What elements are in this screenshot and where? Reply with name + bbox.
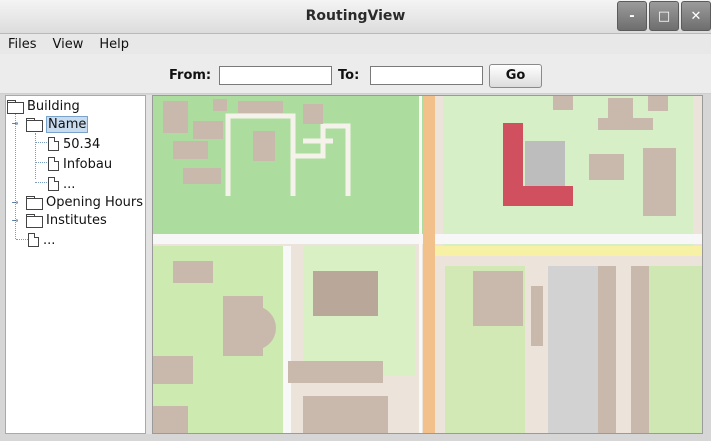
tree-leaf-more[interactable]: ... bbox=[48, 175, 75, 193]
route-toolbar: From: To: Go bbox=[0, 54, 711, 94]
building-shape bbox=[643, 148, 676, 216]
building-tree[interactable]: Building ⊸ Name 50.34 Infobau ... ⊸ Open… bbox=[5, 95, 146, 434]
file-icon bbox=[48, 157, 59, 171]
menu-help[interactable]: Help bbox=[91, 37, 137, 52]
menu-files[interactable]: Files bbox=[0, 37, 45, 52]
to-label: To: bbox=[338, 68, 360, 83]
building-shape bbox=[589, 154, 624, 180]
road bbox=[283, 246, 291, 433]
building-shape bbox=[303, 104, 323, 124]
building-shape bbox=[253, 131, 275, 161]
map-view[interactable] bbox=[152, 95, 703, 434]
tree-node-label: Building bbox=[27, 98, 80, 114]
building-shape bbox=[531, 286, 543, 346]
tree-leaf-building-name[interactable]: Infobau bbox=[48, 155, 112, 173]
courtyard bbox=[525, 141, 565, 186]
building-shape bbox=[232, 306, 276, 350]
building-shape bbox=[173, 141, 208, 159]
tree-node-label: Name bbox=[46, 115, 89, 133]
tree-node-name[interactable]: Name bbox=[26, 115, 89, 133]
file-icon bbox=[28, 233, 39, 247]
tree-connector bbox=[16, 239, 28, 240]
tree-node-opening-hours[interactable]: Opening Hours bbox=[26, 193, 143, 211]
park-area bbox=[643, 266, 702, 433]
building-shape bbox=[153, 356, 193, 384]
tree-node-building[interactable]: Building bbox=[7, 97, 80, 115]
building-shape bbox=[313, 271, 378, 316]
from-label: From: bbox=[169, 68, 212, 83]
expand-handle-icon[interactable]: ⊸ bbox=[10, 197, 20, 207]
file-icon bbox=[48, 137, 59, 151]
road-main bbox=[423, 246, 702, 256]
building-shape bbox=[153, 406, 188, 433]
to-input[interactable] bbox=[370, 66, 483, 85]
building-shape bbox=[648, 96, 668, 111]
tree-connector bbox=[35, 142, 47, 143]
collapse-handle-icon[interactable]: ⊸ bbox=[10, 118, 20, 128]
road-tramway bbox=[423, 96, 435, 433]
tree-node-institutes[interactable]: Institutes bbox=[26, 211, 107, 229]
close-button[interactable]: ✕ bbox=[681, 1, 711, 31]
folder-icon bbox=[26, 196, 43, 210]
building-shape bbox=[238, 101, 283, 113]
expand-handle-icon[interactable]: ⊸ bbox=[10, 215, 20, 225]
folder-open-icon bbox=[7, 100, 24, 114]
building-shape bbox=[598, 118, 653, 130]
from-input[interactable] bbox=[219, 66, 332, 85]
tree-node-label: ... bbox=[43, 232, 56, 248]
building-shape bbox=[598, 266, 616, 433]
road-edge bbox=[419, 96, 422, 433]
tree-node-label: 50.34 bbox=[63, 136, 101, 152]
building-shape bbox=[193, 121, 223, 139]
tree-node-label: Infobau bbox=[63, 156, 113, 172]
building-shape bbox=[163, 101, 188, 133]
building-shape bbox=[303, 396, 388, 433]
menu-bar: Files View Help bbox=[0, 34, 711, 54]
window-controls: - □ ✕ bbox=[615, 0, 711, 32]
menu-view[interactable]: View bbox=[45, 37, 92, 52]
building-shape bbox=[608, 98, 633, 118]
folder-icon bbox=[26, 214, 43, 228]
window-title: RoutingView bbox=[305, 8, 406, 24]
file-icon bbox=[48, 177, 59, 191]
tree-node-label: Institutes bbox=[46, 212, 107, 228]
tree-connector bbox=[35, 162, 47, 163]
go-button[interactable]: Go bbox=[489, 64, 542, 88]
maximize-button[interactable]: □ bbox=[649, 1, 679, 31]
tree-connector bbox=[35, 182, 47, 183]
building-shape bbox=[173, 261, 213, 283]
minimize-button[interactable]: - bbox=[617, 1, 647, 31]
tree-connector bbox=[35, 133, 36, 179]
building-shape bbox=[631, 266, 649, 433]
building-shape bbox=[288, 361, 383, 383]
tree-node-label: ... bbox=[63, 176, 76, 192]
tree-node-label: Opening Hours bbox=[46, 194, 144, 210]
building-shape bbox=[183, 168, 221, 184]
building-shape bbox=[553, 96, 573, 110]
title-bar: RoutingView - □ ✕ bbox=[0, 0, 711, 34]
map-canvas[interactable] bbox=[153, 96, 703, 434]
tree-leaf-more[interactable]: ... bbox=[28, 231, 55, 249]
folder-open-icon bbox=[26, 118, 43, 132]
building-shape bbox=[213, 99, 227, 111]
tree-leaf-room[interactable]: 50.34 bbox=[48, 135, 100, 153]
building-shape bbox=[473, 271, 523, 326]
